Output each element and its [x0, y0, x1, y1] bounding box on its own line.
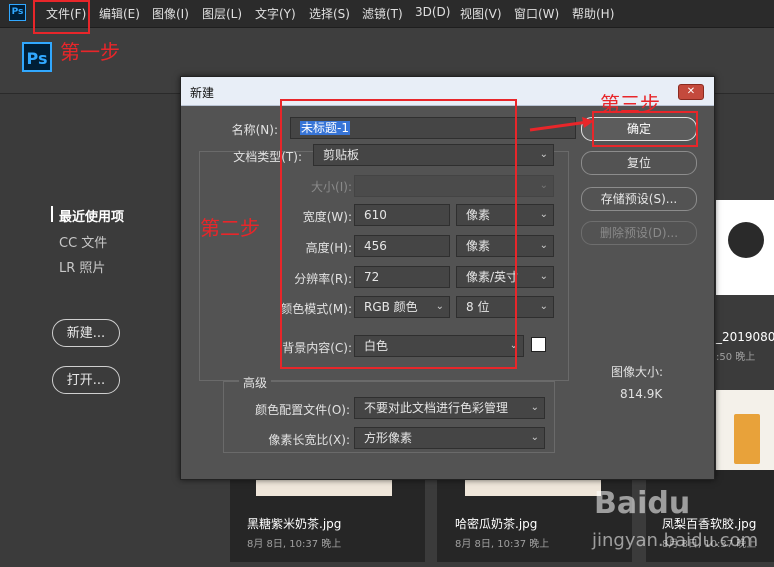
file-title: 黑糖紫米奶茶.jpg [247, 517, 342, 531]
drink-cup [734, 414, 760, 464]
color-profile-label: 颜色配置文件(O): [255, 403, 350, 417]
step1-annotation: 第一步 [60, 40, 120, 64]
arrow-icon [529, 117, 594, 132]
menu-help[interactable]: 帮助(H) [572, 5, 614, 22]
dialog-title: 新建 [190, 86, 215, 100]
menu-type[interactable]: 文字(Y) [255, 5, 296, 22]
pixel-aspect-label: 像素长宽比(X): [268, 433, 350, 447]
nav-cc-files[interactable]: CC 文件 [59, 232, 107, 251]
step3-annotation: 第三步 [600, 92, 660, 116]
menu-window[interactable]: 窗口(W) [514, 5, 559, 22]
open-button[interactable]: 打开... [52, 366, 120, 394]
image-size-label: 图像大小: [611, 365, 664, 379]
new-button[interactable]: 新建... [52, 319, 120, 347]
highlight-box-file-menu [33, 0, 90, 34]
thumbnail-image[interactable] [716, 200, 774, 295]
menu-3d[interactable]: 3D(D) [415, 5, 450, 19]
reset-button[interactable]: 复位 [581, 151, 697, 175]
chevron-down-icon: ⌄ [530, 402, 539, 413]
menu-edit[interactable]: 编辑(E) [99, 5, 140, 22]
ps-logo: Ps [22, 42, 52, 72]
baidu-watermark-url: jingyan.baidu.com [592, 530, 759, 551]
logo-badge [728, 222, 764, 258]
close-icon[interactable]: ✕ [678, 84, 704, 100]
menu-layer[interactable]: 图层(L) [202, 5, 242, 22]
background-color-swatch[interactable] [531, 337, 546, 352]
file-title: 哈密瓜奶茶.jpg [455, 517, 538, 531]
color-profile-value: 不要对此文档进行色彩管理 [364, 401, 509, 415]
baidu-watermark: Baidu [594, 486, 691, 521]
ps-app-icon[interactable]: Ps [9, 4, 26, 21]
delete-preset-button: 删除预设(D)... [581, 221, 697, 245]
step2-annotation: 第二步 [200, 216, 260, 240]
save-preset-button[interactable]: 存储预设(S)... [581, 187, 697, 211]
name-label: 名称(N): [231, 123, 278, 137]
chevron-down-icon: ⌄ [539, 240, 548, 251]
nav-lr-photos[interactable]: LR 照片 [59, 257, 105, 276]
menu-view[interactable]: 视图(V) [460, 5, 502, 22]
pixel-aspect-value: 方形像素 [364, 431, 413, 445]
chevron-down-icon: ⌄ [539, 180, 548, 191]
image-size-value: 814.9K [620, 387, 663, 401]
file-date: :50 晚上 [716, 352, 756, 363]
chevron-down-icon: ⌄ [539, 209, 548, 220]
file-date: 8月 8日, 10:37 晚上 [455, 539, 550, 550]
highlight-box-settings [280, 99, 517, 369]
file-title: _2019080 [716, 330, 774, 344]
chevron-down-icon: ⌄ [539, 149, 548, 160]
advanced-label: 高级 [239, 374, 272, 391]
color-profile-select[interactable]: 不要对此文档进行色彩管理 ⌄ [354, 397, 545, 419]
menu-filter[interactable]: 滤镜(T) [362, 5, 403, 22]
chevron-down-icon: ⌄ [539, 301, 548, 312]
pixel-aspect-select[interactable]: 方形像素 ⌄ [354, 427, 545, 449]
nav-recent[interactable]: 最近使用项 [59, 206, 124, 225]
chevron-down-icon: ⌄ [539, 271, 548, 282]
menu-image[interactable]: 图像(I) [152, 5, 189, 22]
menu-bar: Ps 文件(F) 编辑(E) 图像(I) 图层(L) 文字(Y) 选择(S) 滤… [0, 0, 774, 28]
thumbnail-image[interactable] [716, 390, 774, 470]
file-date: 8月 8日, 10:37 晚上 [247, 539, 342, 550]
active-nav-indicator [51, 206, 53, 222]
menu-select[interactable]: 选择(S) [309, 5, 350, 22]
chevron-down-icon: ⌄ [530, 432, 539, 443]
